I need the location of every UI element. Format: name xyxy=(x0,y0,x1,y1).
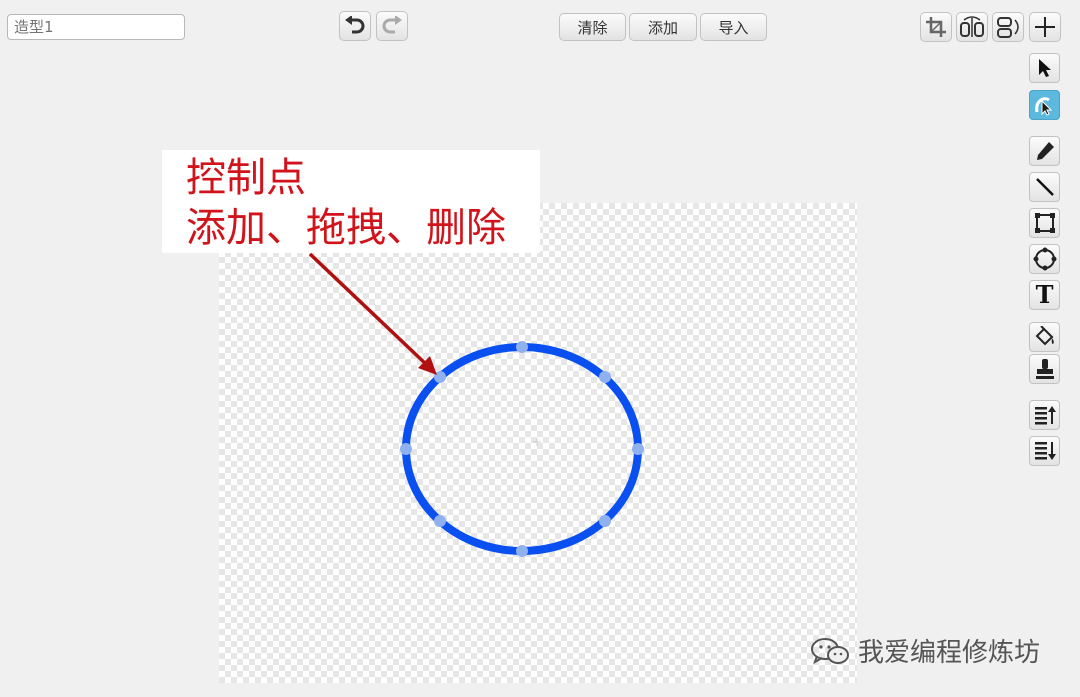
crop-icon xyxy=(926,17,946,37)
tool-text[interactable]: T xyxy=(1029,280,1060,310)
control-point[interactable] xyxy=(599,371,611,383)
flip-vertical-button[interactable] xyxy=(992,12,1024,42)
text-icon: T xyxy=(1035,280,1054,309)
arrow-pointer-icon xyxy=(1038,59,1051,77)
layer-down-icon xyxy=(1034,442,1056,460)
set-center-button[interactable] xyxy=(1029,12,1061,42)
annotation-title: 控制点 xyxy=(186,155,306,201)
undo-button[interactable] xyxy=(339,11,371,41)
tool-rectangle[interactable] xyxy=(1029,208,1060,238)
control-point[interactable] xyxy=(400,443,412,455)
control-point[interactable] xyxy=(434,515,446,527)
pencil-icon xyxy=(1036,142,1054,160)
crop-button[interactable] xyxy=(920,12,952,42)
import-button[interactable]: 导入 xyxy=(700,13,767,41)
tool-line[interactable] xyxy=(1029,172,1060,202)
add-button[interactable]: 添加 xyxy=(629,13,697,41)
tool-send-backward[interactable] xyxy=(1029,436,1060,466)
redo-icon xyxy=(382,16,402,34)
stamp-icon xyxy=(1035,359,1054,379)
watermark: 我爱编程修炼坊 xyxy=(810,632,1040,669)
tool-select[interactable] xyxy=(1029,53,1060,83)
watermark-text: 我爱编程修炼坊 xyxy=(858,638,1041,668)
control-point[interactable] xyxy=(516,545,528,557)
tool-bring-forward[interactable] xyxy=(1029,400,1060,430)
rectangle-icon xyxy=(1034,213,1055,233)
annotation-subtitle: 添加、拖拽、删除 xyxy=(186,205,506,251)
flip-horizontal-icon xyxy=(960,16,984,37)
line-icon xyxy=(1035,178,1054,196)
annotation-box: 控制点 添加、拖拽、删除 xyxy=(162,150,540,253)
clear-button[interactable]: 清除 xyxy=(559,13,626,41)
control-point[interactable] xyxy=(632,443,644,455)
ellipse-icon xyxy=(1033,247,1056,271)
paint-bucket-icon xyxy=(1035,326,1054,346)
annotation-arrow xyxy=(308,252,437,375)
control-point[interactable] xyxy=(516,341,528,353)
flip-horizontal-button[interactable] xyxy=(956,12,988,42)
control-point[interactable] xyxy=(599,515,611,527)
tool-ellipse[interactable] xyxy=(1029,244,1060,274)
reshape-icon xyxy=(1034,97,1052,116)
set-center-icon xyxy=(1035,17,1055,37)
undo-icon xyxy=(345,16,365,34)
wechat-icon xyxy=(811,637,849,664)
tool-fill[interactable] xyxy=(1029,322,1060,352)
tool-reshape[interactable] xyxy=(1029,90,1060,120)
redo-button[interactable] xyxy=(376,11,408,41)
tool-pencil[interactable] xyxy=(1029,136,1060,166)
layer-up-icon xyxy=(1034,406,1056,425)
tool-stamp[interactable] xyxy=(1029,354,1060,384)
flip-vertical-icon xyxy=(997,17,1019,38)
costume-name-input[interactable] xyxy=(7,14,185,40)
